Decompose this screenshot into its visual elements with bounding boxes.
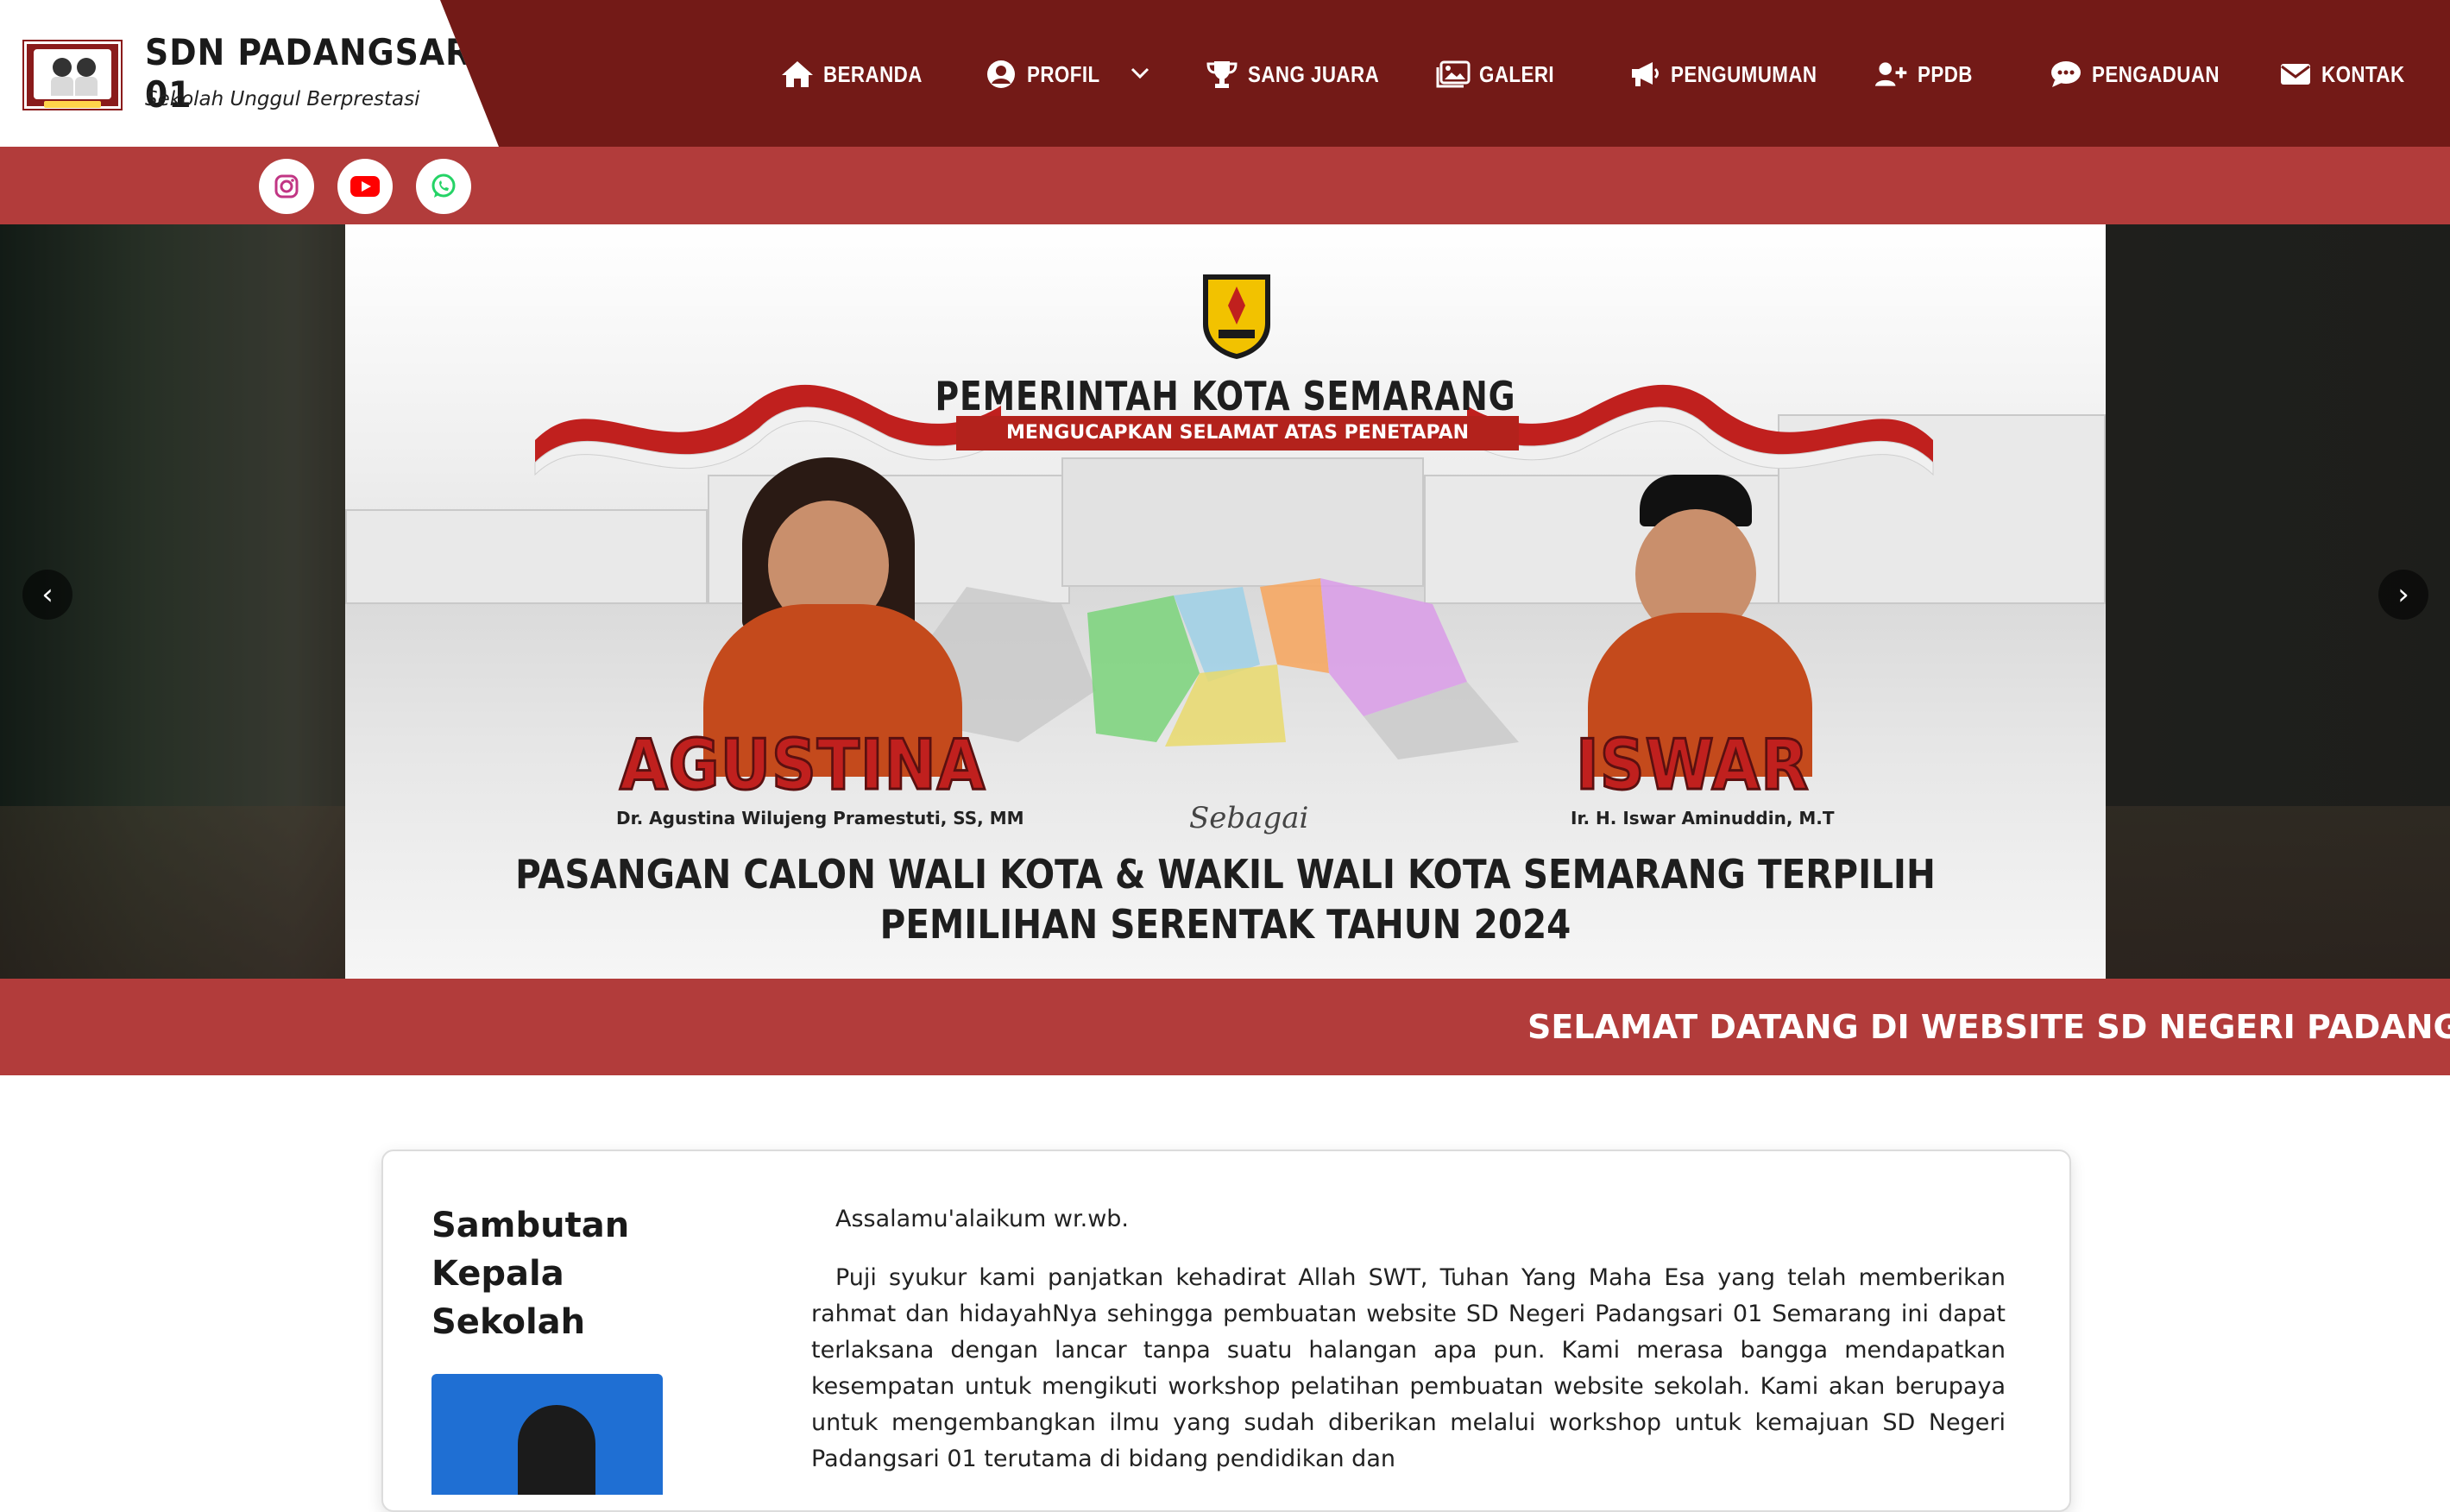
nav-sang-juara[interactable]: SANG JUARA xyxy=(1205,55,1401,93)
user-plus-icon xyxy=(1874,59,1909,90)
nav-label: PPDB xyxy=(1918,60,1973,87)
slider-prev-button[interactable]: ‹ xyxy=(22,570,72,620)
sebagai-text: Sebagai xyxy=(1189,801,1309,835)
nav-pengumuman[interactable]: PENGUMUMAN xyxy=(1628,55,1841,93)
whatsapp-icon[interactable] xyxy=(416,159,471,214)
gov-subtitle: MENGUCAPKAN SELAMAT ATAS PENETAPAN xyxy=(956,416,1519,450)
chevron-down-icon[interactable] xyxy=(1131,66,1149,83)
gallery-icon xyxy=(1436,59,1471,90)
megaphone-icon xyxy=(1628,59,1662,90)
marquee-bar: SELAMAT DATANG DI WEBSITE SD NEGERI PADA… xyxy=(0,979,2450,1075)
nav-label: PENGUMUMAN xyxy=(1671,60,1817,87)
chat-icon xyxy=(2049,59,2083,90)
slide-banner: PEMERINTAH KOTA SEMARANG MENGUCAPKAN SEL… xyxy=(345,224,2106,979)
welcome-card: Sambutan Kepala Sekolah Assalamu'alaikum… xyxy=(381,1150,2071,1512)
top-header: SDN PADANGSARI 01 Sekolah Unggul Berpres… xyxy=(0,0,2450,147)
welcome-salam: Assalamu'alaikum wr.wb. xyxy=(835,1206,1130,1232)
trophy-icon xyxy=(1205,59,1239,90)
candidate-right-name: ISWAR xyxy=(1575,724,1810,807)
user-circle-icon xyxy=(984,59,1018,90)
site-tagline: Sekolah Unggul Berprestasi xyxy=(145,88,420,110)
welcome-text: Assalamu'alaikum wr.wb. Puji syukur kami… xyxy=(811,1201,2006,1500)
city-map-icon xyxy=(923,578,1519,759)
gov-title: PEMERINTAH KOTA SEMARANG xyxy=(935,373,1516,419)
nav-label: KONTAK xyxy=(2321,60,2405,87)
slider-next-button[interactable]: › xyxy=(2378,570,2428,620)
nav-beranda[interactable]: BERANDA xyxy=(780,55,939,93)
candidate-left-name: AGUSTINA xyxy=(619,724,986,807)
candidate-left-fullname: Dr. Agustina Wilujeng Pramestuti, SS, MM xyxy=(616,808,1024,828)
nav-label: BERANDA xyxy=(823,60,923,87)
youtube-icon[interactable] xyxy=(337,159,393,214)
nav-label: GALERI xyxy=(1479,60,1555,87)
city-crest-icon xyxy=(1203,274,1270,359)
envelope-icon xyxy=(2278,59,2313,90)
instagram-icon[interactable] xyxy=(259,159,314,214)
welcome-paragraph: Puji syukur kami panjatkan kehadirat All… xyxy=(811,1264,2006,1472)
principal-photo xyxy=(431,1374,663,1495)
brand-block[interactable]: SDN PADANGSARI 01 Sekolah Unggul Berpres… xyxy=(0,0,499,147)
nav-ppdb[interactable]: PPDB xyxy=(1874,55,1981,93)
chevron-right-icon: › xyxy=(2397,577,2409,612)
welcome-heading: Sambutan Kepala Sekolah xyxy=(431,1206,630,1342)
hero-slider[interactable]: PEMERINTAH KOTA SEMARANG MENGUCAPKAN SEL… xyxy=(0,224,2450,979)
nav-label: PROFIL xyxy=(1027,60,1100,87)
nav-profil[interactable]: PROFIL xyxy=(984,55,1149,93)
nav-label: PENGADUAN xyxy=(2092,60,2220,87)
school-logo xyxy=(22,40,123,110)
marquee-text: SELAMAT DATANG DI WEBSITE SD NEGERI PADA… xyxy=(1527,1008,2450,1046)
nav-label: SANG JUARA xyxy=(1248,60,1380,87)
nav-kontak[interactable]: KONTAK xyxy=(2278,55,2418,93)
banner-headline-1: PASANGAN CALON WALI KOTA & WAKIL WALI KO… xyxy=(515,851,1936,898)
home-icon xyxy=(780,59,815,90)
nav-galeri[interactable]: GALERI xyxy=(1436,55,1566,93)
chevron-left-icon: ‹ xyxy=(41,577,54,612)
banner-headline-2: PEMILIHAN SERENTAK TAHUN 2024 xyxy=(879,901,1571,948)
nav-pengaduan[interactable]: PENGADUAN xyxy=(2049,55,2240,93)
candidate-right-fullname: Ir. H. Iswar Aminuddin, M.T xyxy=(1571,808,1835,828)
